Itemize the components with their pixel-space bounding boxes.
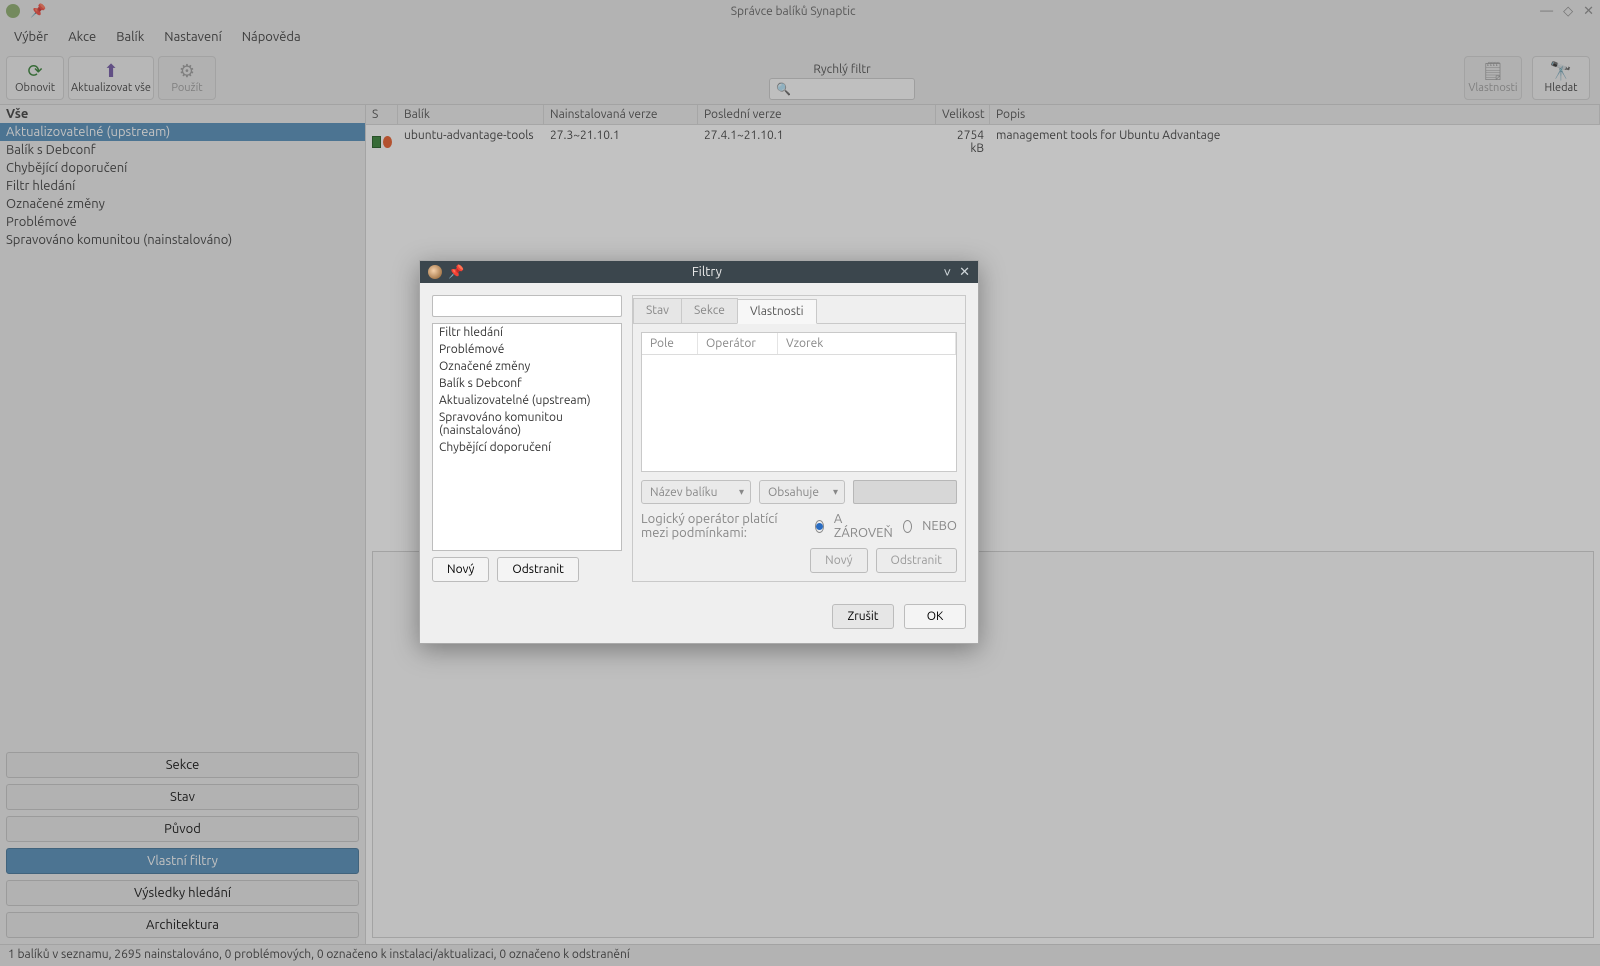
filter-dialog: 📌 Filtry ˅ ✕ Filtr hledání Problémové Oz… (419, 260, 979, 644)
radio-or[interactable] (903, 520, 912, 533)
propcol-pattern[interactable]: Vzorek (778, 333, 956, 354)
prop-remove-button: Odstranit (876, 548, 957, 573)
field-dropdown[interactable]: Název balíku (641, 480, 751, 504)
new-filter-button[interactable]: Nový (432, 557, 489, 582)
logic-label: Logický operátor platící mezi podmínkami… (641, 512, 805, 540)
filter-name-input[interactable] (432, 295, 622, 317)
filter-item[interactable]: Chybějící doporučení (433, 439, 621, 456)
pattern-input[interactable] (853, 480, 957, 504)
dialog-minimize-icon[interactable]: ˅ (944, 265, 952, 280)
radio-or-label: NEBO (922, 519, 957, 533)
operator-dropdown[interactable]: Obsahuje (759, 480, 845, 504)
filter-item[interactable]: Filtr hledání (433, 324, 621, 341)
dialog-right-panel: Stav Sekce Vlastnosti Pole Operátor Vzor… (632, 295, 966, 582)
tab-properties[interactable]: Vlastnosti (737, 299, 817, 324)
filter-item[interactable]: Označené změny (433, 358, 621, 375)
tab-status[interactable]: Stav (633, 298, 682, 323)
dialog-close-icon[interactable]: ✕ (959, 265, 970, 280)
radio-and-label: A ZÁROVEŇ (834, 512, 893, 540)
filter-item[interactable]: Spravováno komunitou (nainstalováno) (433, 409, 621, 439)
dialog-tabs: Stav Sekce Vlastnosti (633, 296, 965, 324)
propcol-operator[interactable]: Operátor (698, 333, 778, 354)
cancel-button[interactable]: Zrušit (832, 604, 894, 629)
dialog-footer: Zrušit OK (420, 594, 978, 643)
radio-and[interactable] (815, 520, 824, 533)
dialog-title: Filtry (470, 265, 943, 279)
tab-section[interactable]: Sekce (681, 298, 738, 323)
prop-new-button: Nový (810, 548, 867, 573)
properties-table: Pole Operátor Vzorek (641, 332, 957, 472)
filter-item[interactable]: Aktualizovatelné (upstream) (433, 392, 621, 409)
filter-item[interactable]: Balík s Debconf (433, 375, 621, 392)
dialog-app-icon (428, 265, 442, 279)
filter-item[interactable]: Problémové (433, 341, 621, 358)
dialog-left-panel: Filtr hledání Problémové Označené změny … (432, 295, 622, 582)
propcol-field[interactable]: Pole (642, 333, 698, 354)
ok-button[interactable]: OK (904, 604, 966, 629)
remove-filter-button[interactable]: Odstranit (497, 557, 578, 582)
dialog-titlebar: 📌 Filtry ˅ ✕ (420, 261, 978, 283)
dialog-pin-icon[interactable]: 📌 (448, 265, 464, 280)
filter-list: Filtr hledání Problémové Označené změny … (432, 323, 622, 551)
